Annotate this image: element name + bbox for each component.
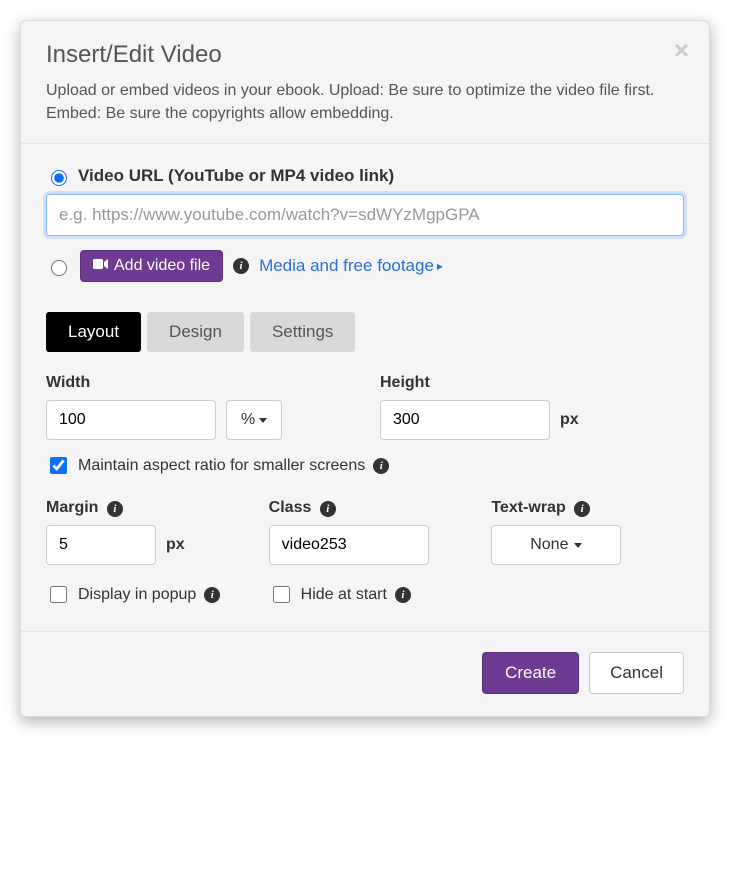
- class-label: Class i: [269, 499, 462, 517]
- margin-input[interactable]: [46, 525, 156, 565]
- textwrap-label: Text-wrap i: [491, 499, 684, 517]
- info-icon[interactable]: i: [107, 501, 123, 517]
- aspect-ratio-row: Maintain aspect ratio for smaller screen…: [46, 454, 684, 477]
- close-icon[interactable]: ×: [674, 37, 689, 63]
- add-video-file-button[interactable]: Add video file: [80, 250, 223, 282]
- info-icon[interactable]: i: [204, 587, 220, 603]
- width-unit-select[interactable]: %: [226, 400, 282, 440]
- hide-start-checkbox[interactable]: [273, 586, 290, 603]
- height-input[interactable]: [380, 400, 550, 440]
- video-file-option: Add video file i Media and free footage …: [46, 250, 684, 282]
- class-input[interactable]: [269, 525, 429, 565]
- width-input[interactable]: [46, 400, 216, 440]
- aspect-ratio-checkbox[interactable]: [50, 457, 67, 474]
- video-url-label: Video URL (YouTube or MP4 video link): [78, 166, 394, 186]
- video-camera-icon: [93, 257, 109, 275]
- hide-start-label: Hide at start: [301, 586, 387, 604]
- height-field: Height px: [380, 374, 684, 440]
- info-icon[interactable]: i: [233, 258, 249, 274]
- textwrap-select[interactable]: None: [491, 525, 621, 565]
- class-field: Class i: [269, 499, 462, 565]
- dialog-subtitle: Upload or embed videos in your ebook. Up…: [46, 79, 684, 125]
- margin-field: Margin i px: [46, 499, 239, 565]
- video-url-option: Video URL (YouTube or MP4 video link): [46, 166, 684, 186]
- dialog-title: Insert/Edit Video: [46, 41, 684, 69]
- width-field: Width %: [46, 374, 350, 440]
- info-icon[interactable]: i: [373, 458, 389, 474]
- chevron-right-icon: ▸: [437, 259, 443, 273]
- video-url-radio[interactable]: [51, 170, 67, 186]
- dialog-footer: Create Cancel: [21, 631, 709, 716]
- aspect-ratio-label: Maintain aspect ratio for smaller screen…: [78, 457, 365, 475]
- margin-label: Margin i: [46, 499, 239, 517]
- width-label: Width: [46, 374, 350, 392]
- tab-settings[interactable]: Settings: [250, 312, 355, 352]
- height-unit: px: [560, 411, 579, 429]
- tab-layout[interactable]: Layout: [46, 312, 141, 352]
- video-url-input[interactable]: [46, 194, 684, 236]
- add-video-file-label: Add video file: [114, 257, 210, 275]
- textwrap-field: Text-wrap i None: [491, 499, 684, 565]
- popup-row: Display in popup i: [46, 583, 239, 606]
- margin-unit: px: [166, 536, 185, 554]
- tab-design[interactable]: Design: [147, 312, 244, 352]
- dialog-body: Video URL (YouTube or MP4 video link) Ad…: [21, 144, 709, 631]
- info-icon[interactable]: i: [574, 501, 590, 517]
- cancel-button[interactable]: Cancel: [589, 652, 684, 694]
- info-icon[interactable]: i: [320, 501, 336, 517]
- info-icon[interactable]: i: [395, 587, 411, 603]
- create-button[interactable]: Create: [482, 652, 579, 694]
- dialog-header: Insert/Edit Video Upload or embed videos…: [21, 21, 709, 144]
- video-file-radio[interactable]: [51, 260, 67, 276]
- caret-down-icon: [574, 543, 582, 548]
- insert-video-dialog: Insert/Edit Video Upload or embed videos…: [20, 20, 710, 717]
- display-popup-checkbox[interactable]: [50, 586, 67, 603]
- media-footage-link[interactable]: Media and free footage ▸: [259, 256, 443, 276]
- height-label: Height: [380, 374, 684, 392]
- hide-row: Hide at start i: [269, 583, 462, 606]
- config-tabs: Layout Design Settings: [46, 312, 684, 352]
- caret-down-icon: [259, 418, 267, 423]
- display-popup-label: Display in popup: [78, 586, 196, 604]
